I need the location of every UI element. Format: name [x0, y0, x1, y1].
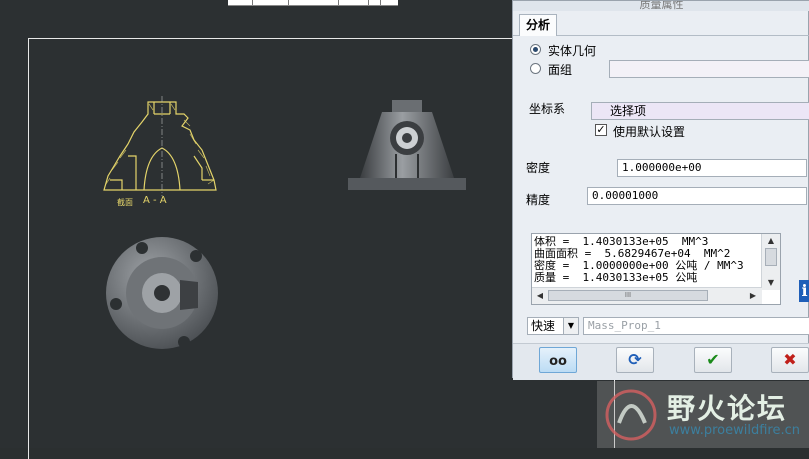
results-horizontal-scrollbar[interactable]: ◀ III ▶ [532, 287, 762, 304]
coord-system-selector[interactable]: 选择项 [591, 102, 809, 120]
scroll-thumb-grip: III [624, 291, 632, 299]
results-text: 体积 = 1.4030133e+05 MM^3 曲面面积 = 5.6829467… [534, 236, 762, 290]
flame-logo-icon [605, 389, 657, 441]
radio-quilt[interactable] [530, 63, 541, 74]
vertical-scroll-thumb[interactable] [765, 248, 777, 266]
scroll-up-icon[interactable]: ▲ [764, 235, 778, 247]
horizontal-scroll-thumb[interactable]: III [548, 290, 708, 301]
section-label: A - A [143, 195, 167, 206]
analysis-mode-value: 快速 [531, 319, 556, 333]
precision-input[interactable]: 0.00001000 [587, 187, 807, 205]
preview-button[interactable]: oo [539, 347, 577, 373]
use-default-label: 使用默认设置 [613, 125, 686, 139]
repeat-button[interactable]: ⟳ [616, 347, 654, 373]
dialog-title: 质量属性 [513, 1, 809, 11]
glasses-icon: oo [549, 354, 567, 369]
section-prefix: 截面 [117, 198, 133, 207]
dialog-button-bar: oo ⟳ ✔ ✖ [513, 343, 809, 380]
section-view[interactable] [98, 96, 228, 208]
analysis-name-input[interactable]: Mass_Prop_1 [583, 317, 809, 335]
scroll-right-icon[interactable]: ▶ [746, 290, 760, 302]
radio-quilt-label: 面组 [548, 63, 573, 77]
quilt-selector-field[interactable] [609, 60, 809, 78]
tab-strip: 分析 [513, 11, 809, 36]
results-textarea[interactable]: 体积 = 1.4030133e+05 MM^3 曲面面积 = 5.6829467… [531, 233, 781, 305]
scroll-left-icon[interactable]: ◀ [533, 290, 547, 302]
precision-label: 精度 [526, 193, 551, 207]
density-input[interactable]: 1.000000e+00 [617, 159, 807, 177]
coord-system-label: 坐标系 [529, 102, 566, 116]
tab-analysis[interactable]: 分析 [519, 14, 558, 36]
cancel-button[interactable]: ✖ [771, 347, 809, 373]
result-mass: 质量 = 1.4030133e+05 公吨 [534, 271, 698, 284]
checkmark-icon: ✔ [706, 350, 720, 369]
ok-button[interactable]: ✔ [694, 347, 732, 373]
use-default-checkbox[interactable]: ✓ [595, 124, 607, 136]
results-vertical-scrollbar[interactable]: ▲ ▼ [761, 234, 780, 290]
analysis-mode-select[interactable]: 快速 ▼ [527, 317, 579, 335]
top-table-strip [228, 0, 398, 6]
radio-solid-geometry-label: 实体几何 [548, 44, 597, 58]
watermark: 野火论坛 www.proewildfire.cn [597, 381, 809, 448]
analysis-name-placeholder: Mass_Prop_1 [588, 319, 661, 332]
watermark-url: www.proewildfire.cn [669, 423, 800, 438]
watermark-text: 野火论坛 [667, 392, 788, 425]
model-top-view[interactable] [104, 234, 220, 352]
model-front-view[interactable] [346, 98, 468, 194]
scroll-down-icon[interactable]: ▼ [764, 277, 778, 289]
density-label: 密度 [526, 161, 551, 175]
radio-solid-geometry[interactable] [530, 44, 541, 55]
chevron-down-icon[interactable]: ▼ [563, 318, 578, 334]
mass-properties-dialog: 质量属性 分析 实体几何 面组 坐标系 选择项 ✓ 使用默认设置 密度 1.00… [512, 0, 809, 380]
refresh-icon: ⟳ [628, 350, 642, 369]
close-icon: ✖ [783, 350, 797, 369]
info-icon[interactable]: i [799, 280, 809, 302]
